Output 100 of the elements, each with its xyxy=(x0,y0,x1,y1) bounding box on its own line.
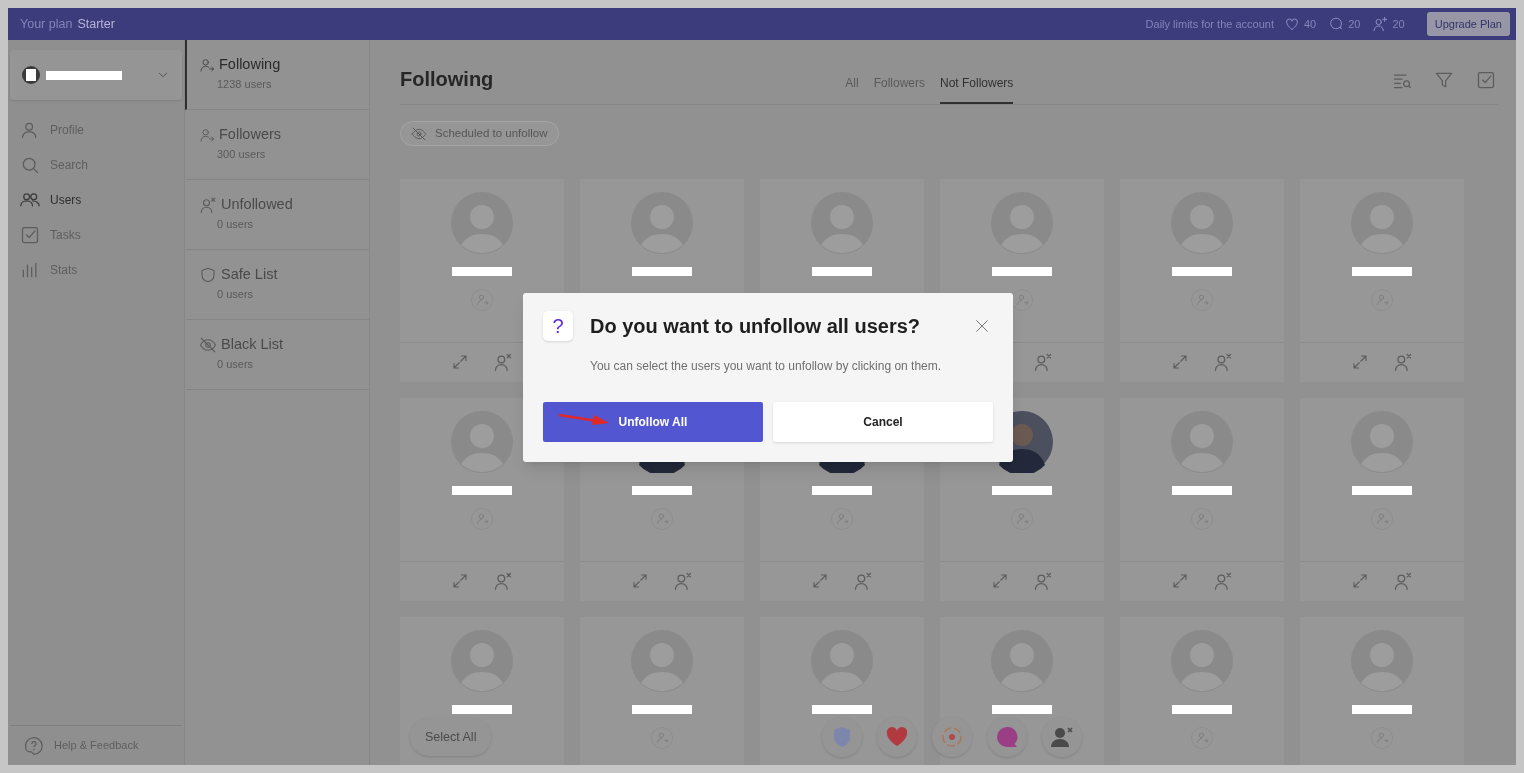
heart-icon xyxy=(1283,16,1300,32)
list-count: 300 users xyxy=(217,146,267,162)
list-title: Black List xyxy=(221,335,284,354)
checkbox-icon xyxy=(20,224,40,245)
user-remove-icon xyxy=(1033,571,1053,591)
user-arrow-icon xyxy=(1195,293,1209,306)
user-remove-icon xyxy=(1213,352,1233,372)
limit-count: 20 xyxy=(1392,16,1405,32)
redacted-name xyxy=(992,704,1052,714)
plan-name: Starter xyxy=(77,15,115,33)
user-remove-icon xyxy=(493,352,513,372)
redacted-name xyxy=(632,266,692,276)
action-button[interactable] xyxy=(932,717,972,757)
user-arrow-icon xyxy=(655,512,669,525)
chat-bubble-icon xyxy=(996,726,1018,748)
redacted-name xyxy=(1172,704,1232,714)
list-count: 1238 users xyxy=(217,76,273,92)
page-title: Following xyxy=(400,67,494,92)
question-icon: ? xyxy=(543,311,573,341)
user-arrow-icon xyxy=(475,512,489,525)
dialog-title: Do you want to unfollow all users? xyxy=(590,314,920,339)
nav-item[interactable]: Users xyxy=(8,182,184,217)
user-arrow-icon xyxy=(835,512,849,525)
user-arrow-icon xyxy=(1195,512,1209,525)
limits-label: Daily limits for the account xyxy=(1145,16,1274,32)
redacted-name xyxy=(632,485,692,495)
list-title: Followers xyxy=(219,125,282,144)
shield-icon xyxy=(832,726,852,748)
user-remove-icon xyxy=(199,195,217,214)
cancel-button[interactable]: Cancel xyxy=(773,402,993,442)
redacted-name xyxy=(992,266,1052,276)
help-icon xyxy=(24,735,44,756)
user-arrow-icon xyxy=(1375,512,1389,525)
user-arrow-icon xyxy=(1375,293,1389,306)
user-arrow-icon xyxy=(475,293,489,306)
shield-icon xyxy=(199,265,217,284)
filter-icon xyxy=(1434,70,1454,90)
limit-count: 40 xyxy=(1303,16,1317,32)
list-title: Unfollowed xyxy=(221,195,293,214)
expand-icon xyxy=(631,572,649,590)
account-selector[interactable] xyxy=(10,50,182,100)
upgrade-plan-button[interactable]: Upgrade Plan xyxy=(1426,12,1510,36)
user-arrow-icon xyxy=(655,731,669,744)
close-button[interactable] xyxy=(973,317,991,335)
redacted-name xyxy=(632,704,692,714)
user-remove-icon xyxy=(853,571,873,591)
expand-icon xyxy=(451,353,469,371)
redacted-name xyxy=(812,704,872,714)
list-item[interactable]: Followers 300 users xyxy=(185,110,369,180)
user-arrow-icon xyxy=(1015,293,1029,306)
user-arrow-icon xyxy=(1375,731,1389,744)
user-arrow-icon xyxy=(1195,731,1209,744)
heart-icon xyxy=(886,727,908,747)
account-avatar xyxy=(22,66,40,84)
close-icon xyxy=(974,318,990,334)
redacted-name xyxy=(992,485,1052,495)
list-title: Safe List xyxy=(221,265,278,284)
plan-label: Your plan xyxy=(20,15,73,33)
user-arrow-icon xyxy=(199,126,215,143)
expand-icon xyxy=(1351,572,1369,590)
redacted-name xyxy=(452,485,512,495)
redacted-name xyxy=(1172,266,1232,276)
expand-icon xyxy=(1351,353,1369,371)
expand-icon xyxy=(451,572,469,590)
user-remove-icon xyxy=(1393,352,1413,372)
chat-bubble-icon xyxy=(1328,16,1345,32)
redacted-name xyxy=(812,485,872,495)
dialog-message: You can select the users you want to unfollow by clicking on them. xyxy=(590,358,943,375)
redacted-name xyxy=(452,266,512,276)
user-remove-icon xyxy=(1050,726,1074,748)
redacted-name xyxy=(1352,485,1412,495)
user-remove-icon xyxy=(493,571,513,591)
user-remove-icon xyxy=(1033,352,1053,372)
expand-icon xyxy=(811,572,829,590)
expand-icon xyxy=(991,572,1009,590)
expand-icon xyxy=(1171,572,1189,590)
user-arrow-icon xyxy=(199,56,215,73)
redacted-name xyxy=(1352,266,1412,276)
user-remove-icon xyxy=(673,571,693,591)
unfollow-all-button[interactable]: Unfollow All xyxy=(543,402,763,442)
scheduled-filter-chip[interactable]: Scheduled to unfollow xyxy=(400,121,559,146)
redacted-name xyxy=(812,266,872,276)
list-item[interactable]: Following 1238 users xyxy=(185,40,369,110)
checkbox-icon xyxy=(1476,70,1496,90)
filter-tab[interactable]: Not Followers xyxy=(940,74,1014,104)
hidden-eye-icon xyxy=(199,335,217,354)
hidden-eye-icon xyxy=(411,125,427,142)
redacted-name xyxy=(1352,704,1412,714)
select-all-button[interactable]: Select All xyxy=(410,718,492,756)
target-icon xyxy=(940,725,964,749)
list-title: Following xyxy=(219,55,281,74)
redacted-name xyxy=(1172,485,1232,495)
user-add-icon xyxy=(1372,16,1389,32)
limit-count: 20 xyxy=(1348,16,1361,32)
user-arrow-icon xyxy=(1015,512,1029,525)
redacted-name xyxy=(452,704,512,714)
expand-icon xyxy=(1171,353,1189,371)
user-remove-icon xyxy=(1213,571,1233,591)
user-remove-icon xyxy=(1393,571,1413,591)
arrow-annotation xyxy=(558,412,610,426)
